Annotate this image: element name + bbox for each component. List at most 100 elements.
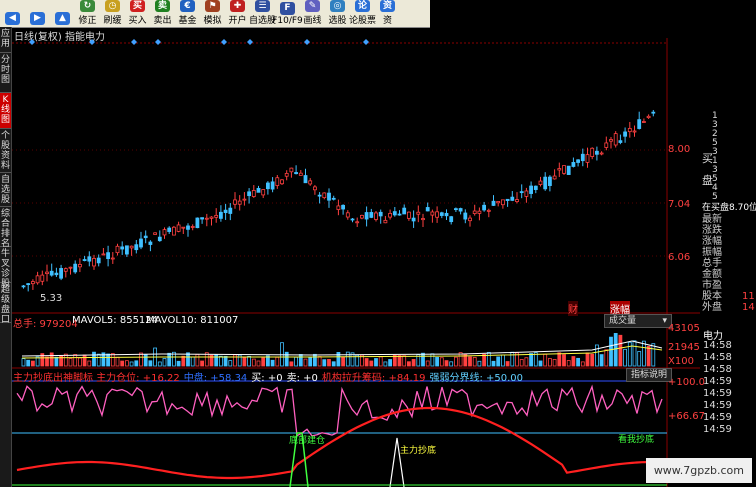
volume-bar (500, 354, 505, 367)
toolbar-button-8[interactable]: ⚑ 模拟 (200, 0, 225, 27)
candle-body (275, 177, 280, 186)
candle-body (26, 283, 31, 286)
toolbar-button-label: 基金 (178, 16, 197, 26)
toolbar-button-1[interactable]: ▶ (25, 0, 50, 27)
candle-body (350, 218, 355, 221)
candle-body (214, 214, 219, 218)
candle-body (496, 201, 501, 204)
volume-bar (308, 356, 313, 367)
toolbar-button-11[interactable]: F F10/F9 (272, 0, 303, 27)
candle-body (59, 268, 63, 279)
left-tab-6[interactable]: 牛叉诊股 (0, 247, 11, 289)
info-icon: 资 (380, 0, 395, 12)
financial-marker[interactable]: 财 (568, 301, 578, 316)
volume-bar (106, 353, 110, 367)
candle-body (204, 217, 209, 220)
left-tab-4[interactable]: 自选股 (0, 173, 11, 207)
left-tab-7[interactable]: 超级盘口 (0, 283, 11, 325)
volume-bar (496, 356, 501, 367)
candle-body (233, 199, 237, 205)
volume-bar (331, 361, 336, 367)
signal-diamond (131, 39, 137, 45)
kline-chart-area[interactable] (12, 38, 700, 487)
tick-time: 14:58 (703, 364, 732, 375)
in-market-label: 在买盘8.70位 (702, 203, 756, 213)
toolbar-button-6[interactable]: 卖卖出 (150, 0, 175, 27)
volume-bar (247, 355, 252, 367)
volume-bar (486, 351, 491, 367)
left-tab-2[interactable]: K线图 (0, 93, 11, 129)
candle-body (463, 212, 468, 220)
toolbar-button-14[interactable]: 论论股票 (349, 0, 376, 27)
indicator-part-0: 主力抄底出神脚标 主力仓位: +16.22 (13, 373, 180, 384)
candle-body (195, 217, 200, 229)
buy-label: 买 (702, 152, 713, 165)
left-tab-5[interactable]: 综合排名 (0, 207, 11, 249)
volume-bar (642, 340, 646, 367)
volume-bar (68, 358, 73, 367)
indicator-help-button[interactable]: 指标说明 (626, 368, 673, 382)
volume-bar (218, 355, 223, 367)
toolbar-button-0[interactable]: ◀ (0, 0, 25, 27)
candle-body (604, 142, 609, 148)
toolbar-button-label: 开户 (228, 16, 247, 26)
quote-row: 总手 (702, 258, 722, 269)
toolbar-button-3[interactable]: ↻ 修正 (75, 0, 100, 27)
tick-time: 14:58 (703, 352, 732, 363)
toolbar-button-2[interactable]: ▲ (50, 0, 75, 27)
toolbar-button-5[interactable]: 买买入 (125, 0, 150, 27)
volume-bar (632, 340, 637, 367)
buy-icon: 买 (130, 0, 145, 12)
volume-bar (646, 345, 651, 367)
candle-body (153, 232, 158, 235)
volume-bar (82, 354, 87, 367)
candle-body (472, 210, 477, 214)
toolbar-button-4[interactable]: ◷ 刷缓 (100, 0, 125, 27)
candle-body (68, 266, 73, 269)
candle-body (162, 229, 167, 236)
toolbar-button-7[interactable]: € 基金 (175, 0, 200, 27)
left-tab-1[interactable]: 分时图 (0, 53, 11, 93)
candle-body (40, 274, 45, 282)
quote-row: 外盘 14 (702, 302, 755, 313)
candle-body (157, 236, 162, 242)
quote-row-label: 市盈 (702, 280, 722, 291)
candle-body (190, 226, 195, 228)
quote-row-value: 11 (742, 291, 755, 302)
quote-row: 市盈 (702, 280, 722, 291)
candle-body (416, 211, 421, 215)
left-tab-3[interactable]: 个股资料 (0, 129, 11, 173)
toolbar-button-15[interactable]: 资资 (375, 0, 400, 27)
volume-label-unit: X100 (668, 356, 694, 367)
candle-body (383, 219, 388, 224)
volume-bar (270, 359, 275, 367)
candle-body (223, 209, 228, 214)
toolbar-button-9[interactable]: ✚ 开户 (225, 0, 250, 27)
volume-bar (96, 353, 101, 367)
indicator-lines (12, 384, 668, 487)
volume-bar (87, 360, 92, 367)
candle-body (576, 159, 580, 163)
volume-bar (524, 357, 529, 367)
left-tab-0[interactable]: 应用 (0, 27, 11, 53)
toolbar-button-13[interactable]: ◎ 选股 (325, 0, 350, 27)
volume-bar (458, 352, 463, 367)
volume-bar (284, 351, 289, 367)
toolbar-button-12[interactable]: ✎ 画线 (300, 0, 325, 27)
candle-body (139, 238, 143, 248)
volume-bar (609, 336, 613, 367)
mavol10-line (21, 345, 663, 359)
candlestick-series (21, 109, 656, 292)
candle-body (397, 213, 402, 216)
toolbar-button-label: F10/F9 (272, 16, 303, 26)
candle-body (115, 245, 120, 254)
volume-bar (162, 358, 167, 367)
volume-total: 总手: 979204 (13, 319, 78, 330)
volume-indicator-dropdown[interactable]: 成交量 ▾ (604, 314, 672, 328)
volume-bar (345, 351, 350, 367)
candle-body (167, 227, 172, 232)
volume-bar (529, 353, 533, 367)
candle-body (92, 257, 96, 267)
quote-row-value: 14 (742, 302, 755, 313)
left-tab-bar: 应用 分时图 K线图 个股资料 自选股 综合排名 牛叉诊股 超级盘口 (0, 27, 12, 487)
